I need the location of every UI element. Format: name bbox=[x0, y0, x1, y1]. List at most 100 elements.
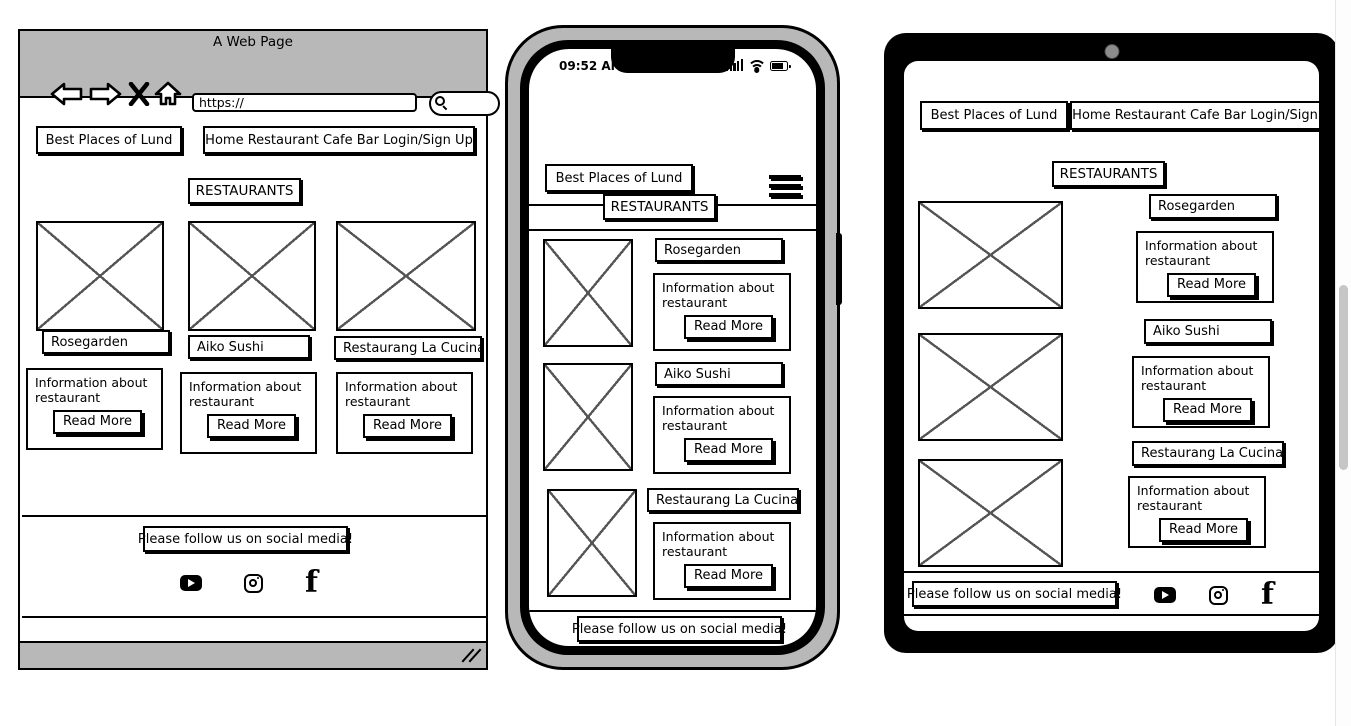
social-prompt-box: Please follow us on social media! bbox=[138, 526, 353, 552]
footer-divider-top bbox=[22, 515, 486, 517]
section-heading-label: RESTAURANTS bbox=[195, 183, 294, 199]
read-more-button[interactable]: Read More bbox=[207, 414, 297, 438]
restaurant-info-card: Information about restaurant Read More bbox=[653, 396, 791, 474]
section-heading-restaurants: RESTAURANTS bbox=[188, 178, 301, 204]
restaurant-info-text: Information about restaurant bbox=[1137, 483, 1250, 513]
section-heading-label: RESTAURANTS bbox=[610, 199, 709, 215]
page-scrollbar-thumb[interactable] bbox=[1339, 285, 1348, 470]
restaurant-name-button[interactable]: Rosegarden bbox=[1149, 194, 1277, 219]
phone-footer-divider-top bbox=[529, 610, 816, 612]
restaurant-info-card: Information about restaurant Read More bbox=[1132, 356, 1270, 428]
restaurant-info-text: Information about restaurant bbox=[1145, 238, 1258, 268]
restaurant-name-button[interactable]: Aiko Sushi bbox=[188, 335, 310, 359]
nav-links-label: Home Restaurant Cafe Bar Login/Sign Up bbox=[1072, 108, 1319, 123]
phone-screen: 09:52 AM Best Places of Lund RESTAURANTS… bbox=[529, 49, 816, 646]
restaurant-image-placeholder bbox=[918, 201, 1063, 309]
youtube-icon[interactable] bbox=[1154, 587, 1176, 603]
phone-status-time: 09:52 AM bbox=[559, 59, 623, 73]
social-prompt-box: Please follow us on social media! bbox=[907, 581, 1122, 607]
facebook-icon[interactable]: f bbox=[305, 568, 318, 598]
restaurant-name-button[interactable]: Aiko Sushi bbox=[1144, 319, 1272, 344]
restaurant-info-card: Information about restaurant Read More bbox=[336, 372, 473, 454]
read-more-button[interactable]: Read More bbox=[1159, 518, 1249, 542]
restaurant-info-text: Information about restaurant bbox=[662, 529, 775, 559]
url-input[interactable] bbox=[192, 93, 417, 112]
restaurant-name-label: Aiko Sushi bbox=[1153, 324, 1220, 339]
wireframe-canvas: A Web Page Best Places of bbox=[0, 0, 1351, 726]
read-more-button[interactable]: Read More bbox=[363, 414, 453, 438]
restaurant-info-text: Information about restaurant bbox=[189, 379, 302, 409]
home-icon[interactable] bbox=[154, 81, 182, 107]
restaurant-info-card: Information about restaurant Read More bbox=[1128, 476, 1266, 548]
facebook-icon[interactable]: f bbox=[1261, 580, 1274, 610]
brand-button[interactable]: Best Places of Lund bbox=[545, 164, 693, 192]
social-prompt-label: Please follow us on social media! bbox=[137, 531, 354, 547]
close-icon[interactable] bbox=[128, 82, 150, 106]
brand-label: Best Places of Lund bbox=[45, 132, 173, 148]
desktop-browser-mockup: A Web Page Best Places of bbox=[18, 29, 500, 670]
phone-status-bar: 09:52 AM bbox=[529, 59, 816, 79]
restaurant-name-button[interactable]: Rosegarden bbox=[42, 330, 170, 354]
restaurant-name-label: Rosegarden bbox=[51, 334, 128, 350]
restaurant-info-card: Information about restaurant Read More bbox=[1136, 231, 1274, 303]
restaurant-name-label: Restaurang La Cucina bbox=[656, 492, 799, 508]
read-more-label: Read More bbox=[217, 418, 287, 433]
brand-label: Best Places of Lund bbox=[555, 170, 683, 186]
cellular-signal-icon bbox=[726, 59, 743, 71]
social-icon-row: f bbox=[1154, 580, 1274, 610]
front-camera-icon bbox=[1104, 44, 1119, 59]
forward-arrow-icon[interactable] bbox=[88, 81, 122, 107]
social-icon-row: f bbox=[180, 568, 318, 598]
hamburger-menu-icon[interactable] bbox=[769, 175, 801, 202]
section-heading-label: RESTAURANTS bbox=[1059, 166, 1158, 182]
restaurant-name-button[interactable]: Restaurang La Cucina bbox=[647, 488, 799, 512]
social-prompt-box: Please follow us on social media! bbox=[572, 616, 787, 642]
restaurant-image-placeholder bbox=[918, 333, 1063, 441]
tablet-footer-divider-bottom bbox=[904, 614, 1319, 616]
restaurant-image-placeholder bbox=[336, 221, 476, 331]
read-more-label: Read More bbox=[694, 568, 764, 583]
restaurant-image-placeholder bbox=[543, 239, 633, 347]
read-more-button[interactable]: Read More bbox=[684, 315, 774, 339]
read-more-button[interactable]: Read More bbox=[1163, 398, 1253, 422]
restaurant-name-label: Aiko Sushi bbox=[664, 366, 731, 382]
battery-icon bbox=[770, 61, 791, 71]
tablet-footer-divider-top bbox=[904, 571, 1319, 573]
phone-mockup: 09:52 AM Best Places of Lund RESTAURANTS… bbox=[505, 25, 842, 670]
phone-status-icons bbox=[726, 59, 791, 73]
restaurant-name-button[interactable]: Rosegarden bbox=[655, 238, 783, 262]
nav-links-button[interactable]: Home Restaurant Cafe Bar Login/Sign Up bbox=[1070, 101, 1319, 130]
restaurant-info-text: Information about restaurant bbox=[662, 403, 775, 433]
read-more-button[interactable]: Read More bbox=[684, 438, 774, 462]
brand-button[interactable]: Best Places of Lund bbox=[36, 126, 182, 154]
restaurant-image-placeholder bbox=[543, 363, 633, 471]
restaurant-name-button[interactable]: Restaurang La Cucina bbox=[334, 336, 485, 360]
restaurant-info-card: Information about restaurant Read More bbox=[26, 368, 163, 450]
nav-links-button[interactable]: Home Restaurant Cafe Bar Login/Sign Up bbox=[203, 126, 475, 154]
phone-side-button[interactable] bbox=[836, 233, 842, 305]
back-arrow-icon[interactable] bbox=[50, 81, 84, 107]
read-more-button[interactable]: Read More bbox=[1167, 273, 1257, 297]
read-more-button[interactable]: Read More bbox=[53, 410, 143, 434]
restaurant-info-text: Information about restaurant bbox=[35, 375, 148, 405]
browser-chrome: A Web Page bbox=[20, 31, 500, 116]
read-more-button[interactable]: Read More bbox=[684, 564, 774, 588]
restaurant-name-button[interactable]: Aiko Sushi bbox=[655, 362, 783, 386]
restaurant-name-label: Restaurang La Cucina bbox=[1141, 446, 1284, 461]
youtube-icon[interactable] bbox=[180, 575, 202, 591]
resize-grip-icon[interactable] bbox=[461, 647, 482, 663]
restaurant-name-label: Aiko Sushi bbox=[197, 339, 264, 355]
section-heading-restaurants: RESTAURANTS bbox=[603, 194, 716, 220]
page-scrollbar[interactable] bbox=[1335, 0, 1351, 726]
brand-button[interactable]: Best Places of Lund bbox=[920, 101, 1068, 130]
browser-status-bar bbox=[20, 641, 486, 668]
read-more-label: Read More bbox=[1169, 522, 1239, 537]
restaurant-name-label: Rosegarden bbox=[664, 242, 741, 258]
instagram-icon[interactable] bbox=[244, 573, 263, 593]
instagram-icon[interactable] bbox=[1209, 585, 1228, 605]
wifi-icon bbox=[747, 59, 766, 73]
phone-heading-divider bbox=[529, 229, 816, 231]
restaurant-name-button[interactable]: Restaurang La Cucina bbox=[1132, 441, 1284, 466]
restaurant-info-text: Information about restaurant bbox=[1141, 363, 1254, 393]
browser-search-box[interactable] bbox=[429, 91, 500, 116]
